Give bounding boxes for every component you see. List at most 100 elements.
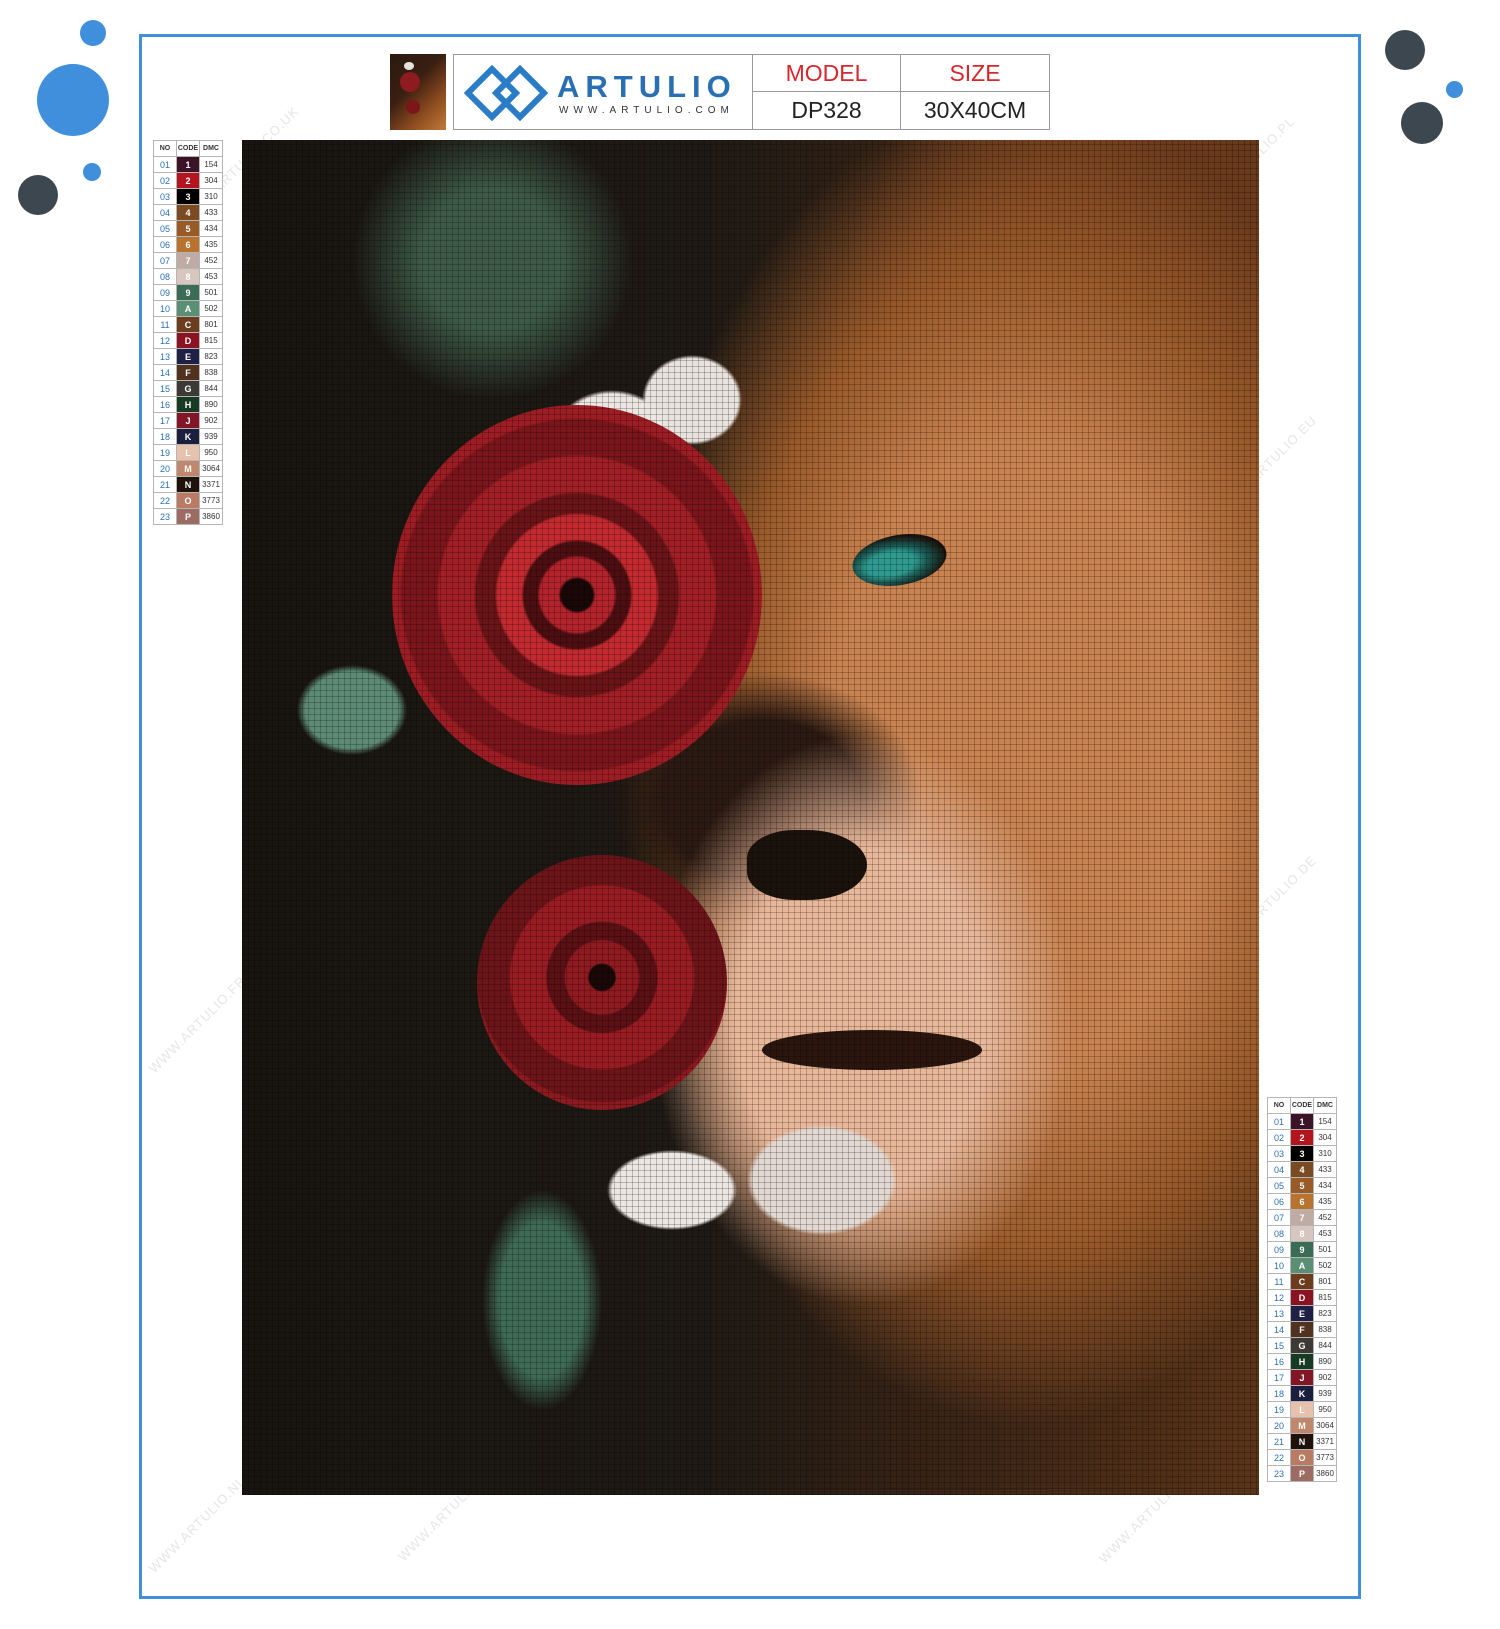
spec-table: MODEL SIZE DP328 30X40CM xyxy=(752,54,1050,130)
legend-code-swatch: C xyxy=(176,316,200,333)
legend-dmc: 815 xyxy=(199,332,223,349)
legend-no: 03 xyxy=(153,188,177,205)
legend-dmc: 453 xyxy=(1313,1225,1337,1242)
legend-row: 11 C 801 xyxy=(153,316,223,333)
legend-dmc: 501 xyxy=(1313,1241,1337,1258)
legend-code-swatch: 1 xyxy=(1290,1113,1314,1130)
legend-row: 05 5 434 xyxy=(153,220,223,237)
legend-row: 09 9 501 xyxy=(153,284,223,301)
legend-no: 19 xyxy=(153,444,177,461)
legend-dmc: 844 xyxy=(199,380,223,397)
legend-no: 12 xyxy=(153,332,177,349)
legend-header-code: CODE xyxy=(1290,1097,1314,1114)
brand-box: ARTULIO WWW.ARTULIO.COM xyxy=(453,54,753,130)
legend-dmc: 844 xyxy=(1313,1337,1337,1354)
legend-code-swatch: 6 xyxy=(176,236,200,253)
legend-code-swatch: J xyxy=(176,412,200,429)
legend-row: 12 D 815 xyxy=(153,332,223,349)
legend-code-swatch: G xyxy=(176,380,200,397)
legend-no: 16 xyxy=(1267,1353,1291,1370)
legend-code-swatch: E xyxy=(1290,1305,1314,1322)
legend-dmc: 452 xyxy=(199,252,223,269)
legend-no: 20 xyxy=(153,460,177,477)
legend-code-swatch: 7 xyxy=(1290,1209,1314,1226)
legend-code-swatch: L xyxy=(1290,1401,1314,1418)
color-legend-right: NO CODE DMC 01 1 154 02 2 304 03 3 310 04 4 433 05 5 4… xyxy=(1267,1097,1337,1482)
legend-no: 12 xyxy=(1267,1289,1291,1306)
decor-dot-blue-tiny xyxy=(83,163,101,181)
legend-no: 15 xyxy=(1267,1337,1291,1354)
legend-no: 07 xyxy=(1267,1209,1291,1226)
size-value: 30X40CM xyxy=(923,97,1027,123)
legend-row: 07 7 452 xyxy=(1267,1209,1337,1226)
legend-dmc: 823 xyxy=(199,348,223,365)
legend-dmc: 310 xyxy=(1313,1145,1337,1162)
legend-code-swatch: 9 xyxy=(1290,1241,1314,1258)
legend-code-swatch: 1 xyxy=(176,156,200,173)
legend-dmc: 815 xyxy=(1313,1289,1337,1306)
legend-dmc: 950 xyxy=(199,444,223,461)
legend-dmc: 890 xyxy=(199,396,223,413)
legend-code-swatch: A xyxy=(1290,1257,1314,1274)
legend-no: 13 xyxy=(153,348,177,365)
model-label: MODEL xyxy=(753,55,901,92)
legend-no: 14 xyxy=(153,364,177,381)
legend-row: 10 A 502 xyxy=(1267,1257,1337,1274)
legend-no: 05 xyxy=(1267,1177,1291,1194)
legend-no: 13 xyxy=(1267,1305,1291,1322)
legend-code-swatch: P xyxy=(1290,1465,1314,1482)
legend-dmc: 433 xyxy=(199,204,223,221)
legend-dmc: 890 xyxy=(1313,1353,1337,1370)
size-label: SIZE xyxy=(901,55,1049,92)
legend-code-swatch: H xyxy=(1290,1353,1314,1370)
legend-no: 11 xyxy=(153,316,177,333)
artulio-logo-icon xyxy=(464,65,548,121)
legend-no: 22 xyxy=(1267,1449,1291,1466)
legend-dmc: 154 xyxy=(199,156,223,173)
legend-code-swatch: 5 xyxy=(176,220,200,237)
legend-row: 16 H 890 xyxy=(153,396,223,413)
legend-row: 12 D 815 xyxy=(1267,1289,1337,1306)
legend-row: 19 L 950 xyxy=(153,444,223,461)
legend-dmc: 3860 xyxy=(199,508,223,525)
legend-code-swatch: N xyxy=(176,476,200,493)
legend-row: 17 J 902 xyxy=(1267,1369,1337,1386)
legend-row: 21 N 3371 xyxy=(153,476,223,493)
legend-row: 07 7 452 xyxy=(153,252,223,269)
legend-no: 04 xyxy=(153,204,177,221)
legend-no: 16 xyxy=(153,396,177,413)
legend-code-swatch: 3 xyxy=(1290,1145,1314,1162)
legend-row: 21 N 3371 xyxy=(1267,1433,1337,1450)
legend-dmc: 501 xyxy=(199,284,223,301)
legend-dmc: 838 xyxy=(199,364,223,381)
legend-row: 02 2 304 xyxy=(1267,1129,1337,1146)
legend-code-swatch: H xyxy=(176,396,200,413)
legend-dmc: 801 xyxy=(1313,1273,1337,1290)
legend-row: 04 4 433 xyxy=(1267,1161,1337,1178)
legend-no: 10 xyxy=(153,300,177,317)
legend-row: 15 G 844 xyxy=(153,380,223,397)
legend-code-swatch: G xyxy=(1290,1337,1314,1354)
legend-no: 03 xyxy=(1267,1145,1291,1162)
legend-no: 15 xyxy=(153,380,177,397)
legend-row: 02 2 304 xyxy=(153,172,223,189)
legend-dmc: 801 xyxy=(199,316,223,333)
legend-row: 06 6 435 xyxy=(1267,1193,1337,1210)
legend-no: 09 xyxy=(153,284,177,301)
decor-dot-blue-right xyxy=(1446,81,1463,98)
legend-row: 09 9 501 xyxy=(1267,1241,1337,1258)
legend-row: 01 1 154 xyxy=(1267,1113,1337,1130)
legend-no: 02 xyxy=(1267,1129,1291,1146)
legend-no: 21 xyxy=(153,476,177,493)
legend-dmc: 902 xyxy=(199,412,223,429)
brand-name: ARTULIO xyxy=(557,69,737,104)
legend-dmc: 452 xyxy=(1313,1209,1337,1226)
legend-code-swatch: 5 xyxy=(1290,1177,1314,1194)
legend-code-swatch: O xyxy=(176,492,200,509)
legend-no: 02 xyxy=(153,172,177,189)
legend-dmc: 435 xyxy=(199,236,223,253)
decor-dot-dark-right xyxy=(1401,102,1443,144)
legend-no: 17 xyxy=(1267,1369,1291,1386)
color-legend-left: NO CODE DMC 01 1 154 02 2 304 03 3 310 04 4 433 05 5 4… xyxy=(153,140,223,525)
legend-row: 03 3 310 xyxy=(153,188,223,205)
